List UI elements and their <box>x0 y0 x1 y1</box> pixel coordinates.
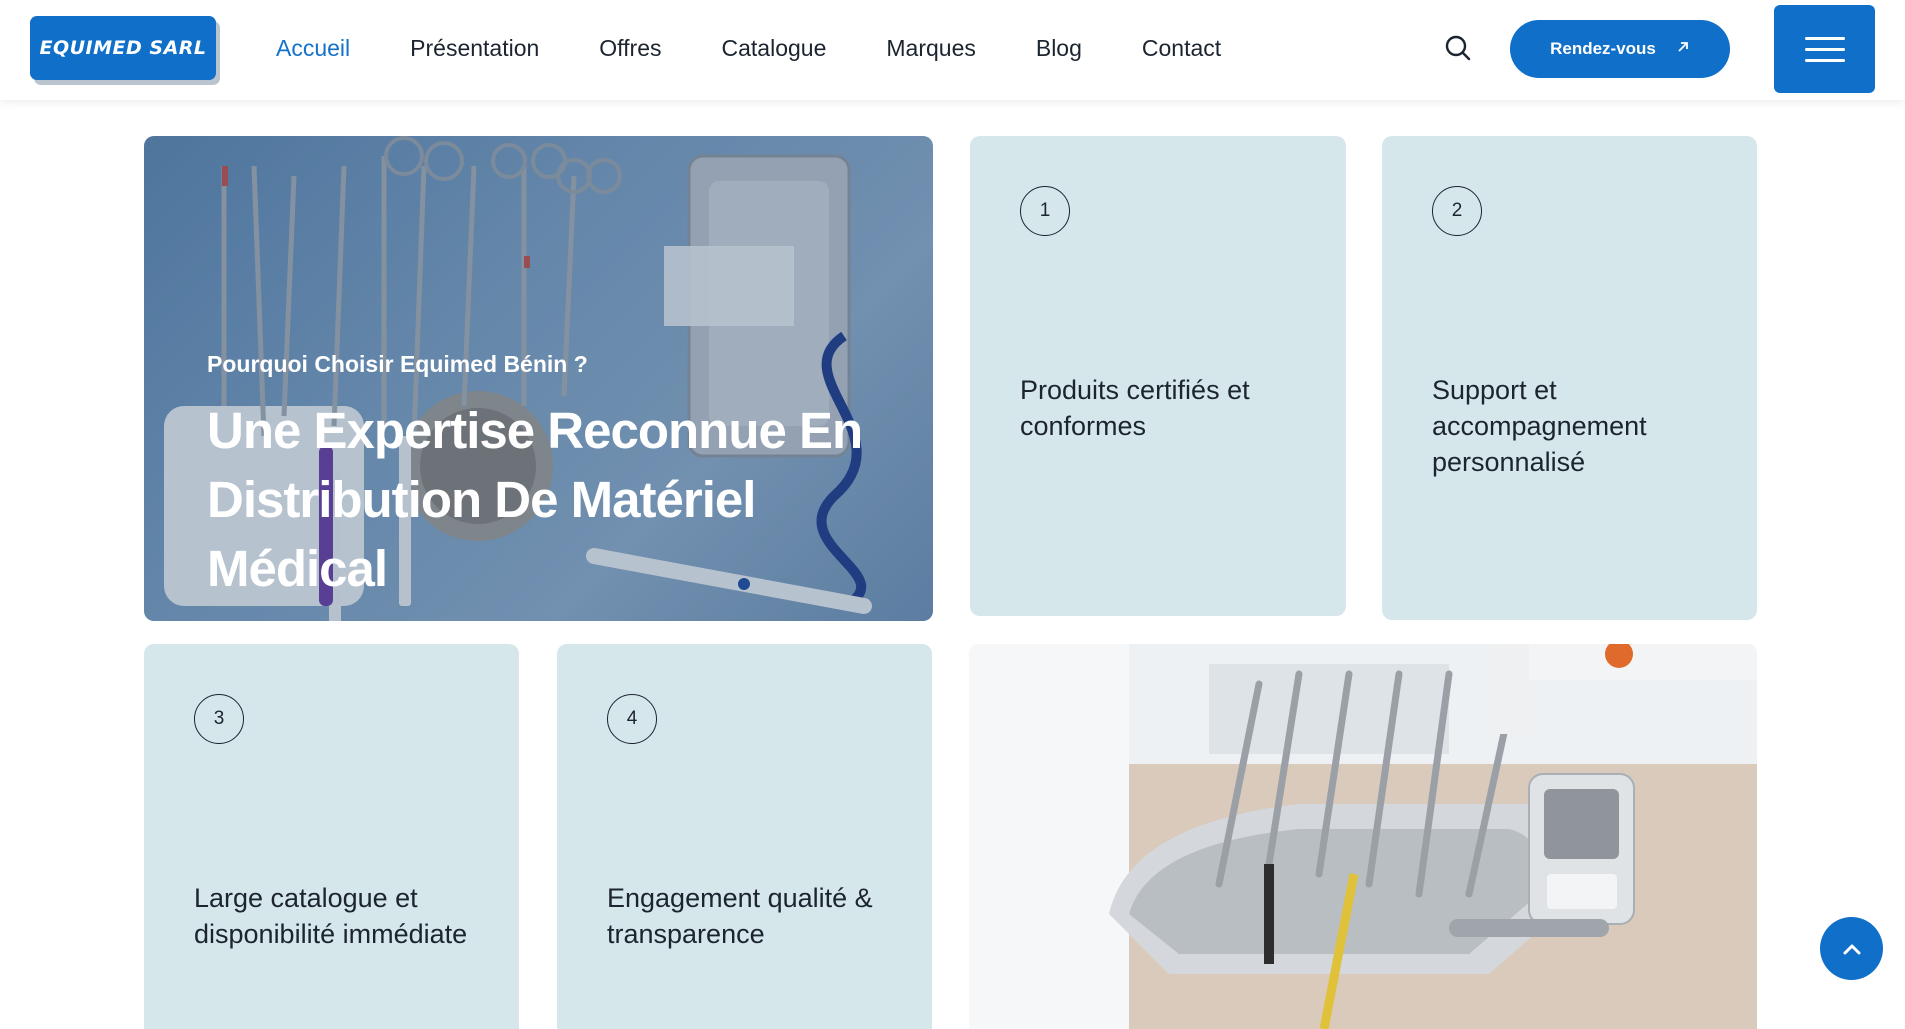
feature-text: Produits certifiés et conformes <box>1020 375 1250 441</box>
feature-card-1: 1 Produits certifiés et conformes <box>970 136 1346 616</box>
feature-text: Engagement qualité & transparence <box>607 883 873 949</box>
feature-card-2: 2 Support et accompagnement personnalisé <box>1382 136 1757 620</box>
feature-number-badge: 1 <box>1020 186 1070 236</box>
feature-card-4: 4 Engagement qualité & transparence <box>557 644 932 1029</box>
nav-item-contact[interactable]: Contact <box>1142 35 1221 62</box>
feature-number-badge: 2 <box>1432 186 1482 236</box>
rendez-vous-label: Rendez-vous <box>1550 39 1656 58</box>
hamburger-icon[interactable] <box>1774 5 1875 93</box>
search-icon[interactable] <box>1443 33 1473 63</box>
site-header: EQUIMED SARL Accueil Présentation Offres… <box>0 0 1905 100</box>
chevron-up-icon[interactable] <box>1820 917 1883 980</box>
arrow-up-right-icon <box>1676 40 1690 59</box>
nav-item-catalogue[interactable]: Catalogue <box>722 35 827 62</box>
nav-item-marques[interactable]: Marques <box>886 35 975 62</box>
hero-subtitle: Pourquoi Choisir Equimed Bénin ? <box>207 351 588 377</box>
feature-card-3: 3 Large catalogue et disponibilité imméd… <box>144 644 519 1029</box>
feature-text: Support et accompagnement personnalisé <box>1432 375 1647 477</box>
dental-equipment-image <box>969 644 1757 1029</box>
menu-line <box>1804 36 1845 40</box>
logo-text: EQUIMED SARL <box>39 37 207 59</box>
nav-item-presentation[interactable]: Présentation <box>410 35 539 62</box>
nav-item-accueil[interactable]: Accueil <box>276 35 350 62</box>
nav-item-blog[interactable]: Blog <box>1036 35 1082 62</box>
main-nav: Accueil Présentation Offres Catalogue Ma… <box>276 0 1281 96</box>
menu-line <box>1804 58 1845 62</box>
feature-text: Large catalogue et disponibilité immédia… <box>194 883 468 949</box>
logo[interactable]: EQUIMED SARL <box>30 16 216 80</box>
feature-number-badge: 3 <box>194 694 244 744</box>
nav-item-offres[interactable]: Offres <box>599 35 661 62</box>
hero-title: Une Expertise Reconnue En Distribution D… <box>207 402 863 597</box>
feature-number-badge: 4 <box>607 694 657 744</box>
hero-card: Pourquoi Choisir Equimed Bénin ? Une Exp… <box>144 136 933 621</box>
menu-line <box>1804 47 1845 51</box>
rendez-vous-button[interactable]: Rendez-vous <box>1510 20 1730 78</box>
